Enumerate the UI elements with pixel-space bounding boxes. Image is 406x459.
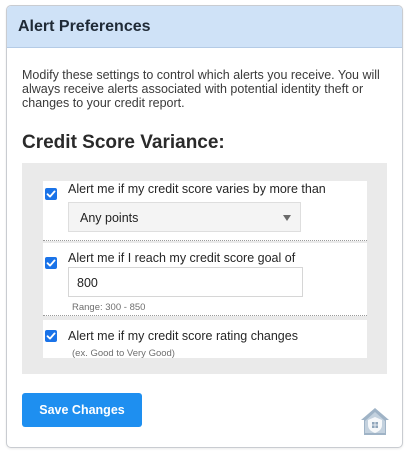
rating-label: Alert me if my credit score rating chang… [68, 329, 298, 343]
house-shield-logo-icon [361, 408, 389, 435]
variance-checkbox[interactable] [45, 188, 57, 200]
section-title: Credit Score Variance: [22, 132, 225, 153]
goal-range-hint: Range: 300 - 850 [72, 302, 146, 313]
alert-item-goal: Alert me if I reach my credit score goal… [43, 243, 367, 316]
rating-checkbox[interactable] [45, 330, 57, 342]
alerts-panel: Alert me if my credit score varies by mo… [22, 163, 387, 374]
page-title: Alert Preferences [18, 18, 151, 35]
card-header: Alert Preferences [7, 6, 402, 48]
intro-text: Modify these settings to control which a… [22, 68, 380, 110]
goal-input[interactable]: 800 [68, 267, 303, 297]
rating-example-hint: (ex. Good to Very Good) [72, 348, 175, 359]
checkmark-icon [46, 332, 56, 340]
variance-select-value: Any points [80, 211, 139, 225]
goal-checkbox[interactable] [45, 257, 57, 269]
variance-select[interactable]: Any points [68, 202, 301, 232]
checkmark-icon [46, 190, 56, 198]
goal-input-value: 800 [77, 276, 98, 290]
chevron-down-icon [283, 215, 291, 221]
alert-item-rating: Alert me if my credit score rating chang… [43, 320, 367, 359]
alert-preferences-card: Alert Preferences Modify these settings … [6, 5, 403, 448]
save-changes-button[interactable]: Save Changes [22, 393, 142, 427]
variance-label: Alert me if my credit score varies by mo… [68, 182, 326, 196]
goal-label: Alert me if I reach my credit score goal… [68, 251, 296, 265]
checkmark-icon [46, 259, 56, 267]
alert-item-variance: Alert me if my credit score varies by mo… [43, 181, 367, 241]
